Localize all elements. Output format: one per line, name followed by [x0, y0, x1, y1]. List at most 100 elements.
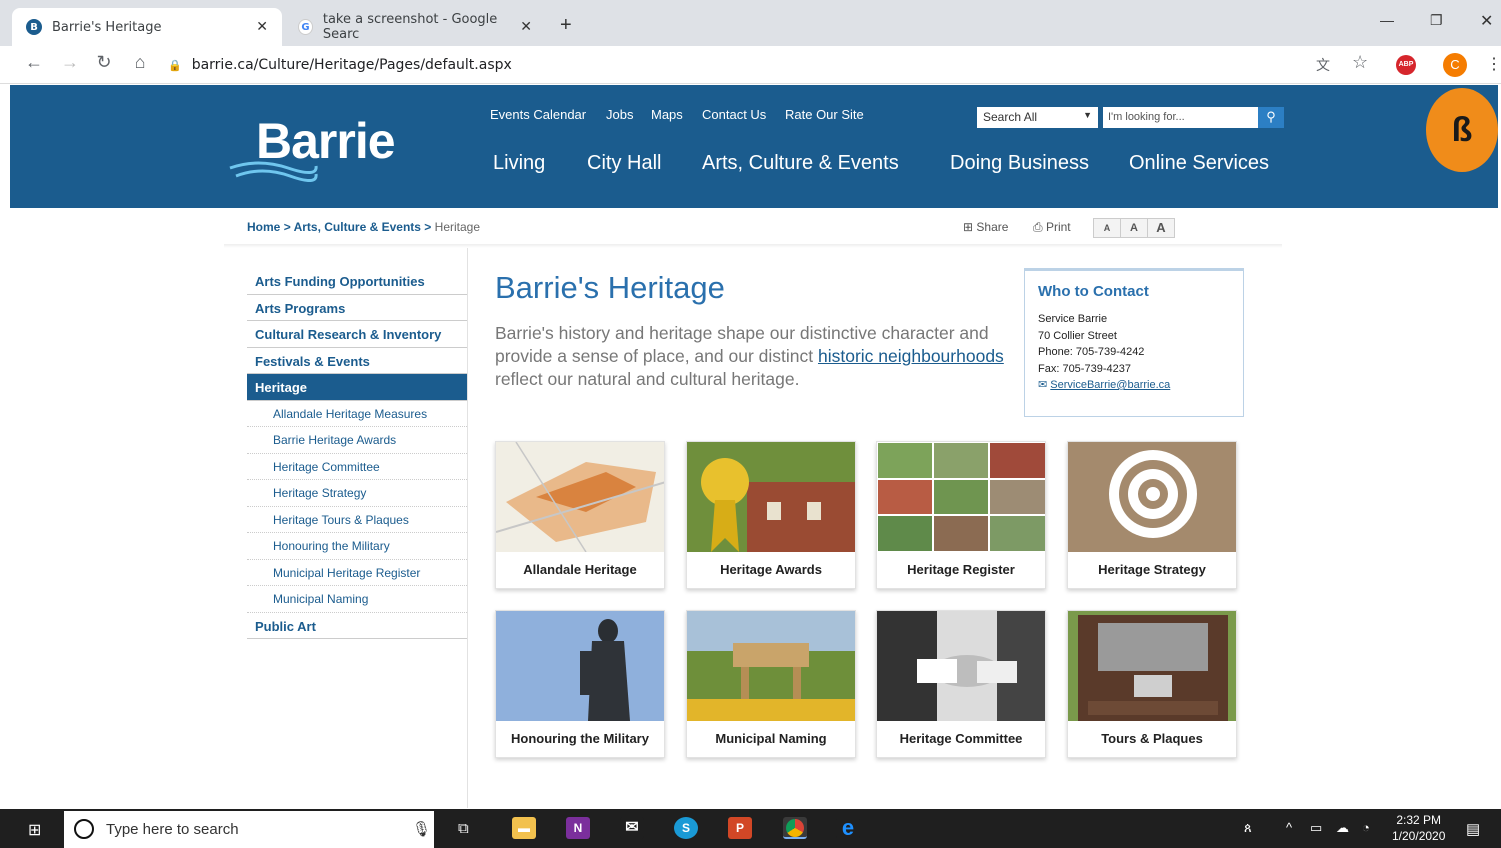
skype-icon[interactable]: S	[674, 817, 698, 839]
photo-collage-image	[877, 442, 1045, 552]
card-heritage-strategy[interactable]: Heritage Strategy	[1067, 441, 1237, 589]
sidebar-subitem-awards[interactable]: Barrie Heritage Awards	[247, 427, 467, 454]
envelope-icon: ✉	[1038, 379, 1048, 391]
search-scope-value: Search All	[983, 110, 1038, 124]
translate-icon[interactable]: 文	[1316, 55, 1330, 75]
search-icon[interactable]: ⚲	[1258, 107, 1284, 128]
sidebar-item-public-art[interactable]: Public Art	[247, 613, 467, 639]
reload-icon[interactable]: ↻	[92, 52, 116, 73]
close-tab-icon[interactable]: ✕	[520, 19, 532, 35]
sidebar-subitem-register[interactable]: Municipal Heritage Register	[247, 560, 467, 586]
sidebar-subitem-allandale[interactable]: Allandale Heritage Measures	[247, 401, 467, 427]
tab-google-search[interactable]: G take a screenshot - Google Searc ✕	[284, 8, 546, 46]
sidebar-item-cultural-research[interactable]: Cultural Research & Inventory	[247, 321, 467, 348]
map-image	[496, 442, 664, 552]
close-window-icon[interactable]: ✕	[1480, 11, 1493, 31]
new-tab-icon[interactable]: +	[560, 14, 572, 37]
menu-kebab-icon[interactable]: ⋮	[1486, 54, 1501, 74]
cortana-icon	[74, 819, 94, 839]
historic-neighbourhoods-link[interactable]: historic neighbourhoods	[818, 346, 1004, 366]
nav-doing-business[interactable]: Doing Business	[950, 152, 1089, 175]
system-clock[interactable]: 2:32 PM 1/20/2020	[1392, 812, 1445, 844]
onenote-icon[interactable]: N	[566, 817, 590, 839]
sidebar-subitem-committee[interactable]: Heritage Committee	[247, 454, 467, 480]
util-link-maps[interactable]: Maps	[651, 107, 683, 122]
windows-start-icon[interactable]: ⊞	[28, 820, 41, 840]
sidebar-subitem-tours[interactable]: Heritage Tours & Plaques	[247, 507, 467, 533]
share-button[interactable]: ⊞ Share	[963, 220, 1008, 234]
util-link-contact-us[interactable]: Contact Us	[702, 107, 766, 122]
breadcrumb-separator: >	[283, 220, 291, 234]
file-explorer-icon[interactable]: ▬	[512, 817, 536, 839]
print-button[interactable]: ⎙ Print	[1033, 220, 1071, 235]
breadcrumb-arts[interactable]: Arts, Culture & Events	[294, 220, 421, 234]
card-allandale-heritage[interactable]: Allandale Heritage	[495, 441, 665, 589]
chevron-up-icon[interactable]: ^	[1286, 820, 1292, 835]
card-heritage-awards[interactable]: Heritage Awards	[686, 441, 856, 589]
notifications-icon[interactable]: ▤	[1466, 820, 1480, 838]
powerpoint-icon[interactable]: P	[728, 817, 752, 839]
battery-icon[interactable]: ▭	[1310, 820, 1322, 836]
card-honouring-military[interactable]: Honouring the Military	[495, 610, 665, 758]
text-size-medium[interactable]: A	[1121, 219, 1148, 237]
adblock-icon[interactable]: ABP	[1396, 55, 1416, 75]
breadcrumb-separator: >	[424, 220, 432, 234]
card-municipal-naming[interactable]: Municipal Naming	[686, 610, 856, 758]
nav-online-services[interactable]: Online Services	[1129, 152, 1269, 175]
profile-avatar[interactable]: C	[1443, 53, 1467, 77]
handshake-image	[877, 611, 1045, 721]
sidebar-item-arts-programs[interactable]: Arts Programs	[247, 295, 467, 321]
wifi-icon[interactable]: ◔	[1362, 820, 1370, 835]
card-caption: Allandale Heritage	[523, 562, 637, 577]
sidebar-subitem-military[interactable]: Honouring the Military	[247, 533, 467, 560]
util-link-jobs[interactable]: Jobs	[606, 107, 633, 122]
util-link-events-calendar[interactable]: Events Calendar	[490, 107, 586, 122]
target-image	[1068, 442, 1236, 552]
card-heritage-committee[interactable]: Heritage Committee	[876, 610, 1046, 758]
park-sign-image	[687, 611, 855, 721]
card-tours-plaques[interactable]: Tours & Plaques	[1067, 610, 1237, 758]
back-icon[interactable]: ←	[22, 52, 46, 73]
contact-fax: Fax: 705-739-4237	[1038, 362, 1131, 375]
text-size-small[interactable]: A	[1094, 219, 1121, 237]
search-scope-select[interactable]: Search All ▼	[977, 107, 1098, 128]
restore-icon[interactable]: ❐	[1430, 12, 1443, 29]
microphone-icon[interactable]: 🎙	[412, 820, 431, 838]
close-tab-icon[interactable]: ✕	[256, 19, 268, 35]
headphone-badge-icon[interactable]: ß	[1426, 88, 1498, 172]
sidebar-item-arts-funding[interactable]: Arts Funding Opportunities	[247, 268, 467, 295]
people-icon[interactable]: ጰ	[1244, 820, 1252, 836]
edge-icon[interactable]: e	[836, 817, 860, 839]
url-field[interactable]: 🔒 barrie.ca/Culture/Heritage/Pages/defau…	[168, 51, 1298, 79]
breadcrumb-current: Heritage	[434, 220, 481, 234]
onedrive-icon[interactable]: ☁	[1336, 820, 1349, 836]
task-view-icon[interactable]: ⧉	[458, 820, 469, 837]
sidebar-item-festivals[interactable]: Festivals & Events	[247, 348, 467, 374]
minimize-icon[interactable]: —	[1380, 12, 1394, 28]
text-size-large[interactable]: A	[1148, 219, 1174, 237]
share-label: Share	[976, 220, 1009, 234]
sidebar-subitem-strategy[interactable]: Heritage Strategy	[247, 480, 467, 507]
site-search-input[interactable]: I'm looking for...	[1103, 107, 1258, 128]
card-caption: Heritage Awards	[720, 562, 822, 577]
home-icon[interactable]: ⌂	[128, 52, 152, 73]
util-link-rate-our-site[interactable]: Rate Our Site	[785, 107, 864, 122]
tab-barries-heritage[interactable]: B Barrie's Heritage ✕	[12, 8, 282, 46]
taskbar-search-input[interactable]: Type here to search	[64, 811, 434, 848]
bookmark-star-icon[interactable]: ☆	[1352, 52, 1368, 73]
sidebar-subitem-naming[interactable]: Municipal Naming	[247, 586, 467, 613]
breadcrumb-home[interactable]: Home	[247, 220, 280, 234]
plaque-image	[1068, 611, 1236, 721]
nav-living[interactable]: Living	[493, 152, 545, 175]
card-caption: Heritage Strategy	[1098, 562, 1206, 577]
forward-icon[interactable]: →	[58, 52, 82, 73]
mail-icon[interactable]: ✉	[620, 817, 644, 839]
sidebar-item-heritage[interactable]: Heritage	[247, 374, 467, 401]
card-caption: Municipal Naming	[715, 731, 827, 746]
intro-paragraph: Barrie's history and heritage shape our …	[495, 322, 1005, 391]
nav-arts-culture-events[interactable]: Arts, Culture & Events	[702, 152, 899, 175]
contact-email-link[interactable]: ServiceBarrie@barrie.ca	[1050, 379, 1170, 391]
chrome-icon[interactable]	[783, 817, 807, 839]
card-heritage-register[interactable]: Heritage Register	[876, 441, 1046, 589]
nav-city-hall[interactable]: City Hall	[587, 152, 661, 175]
